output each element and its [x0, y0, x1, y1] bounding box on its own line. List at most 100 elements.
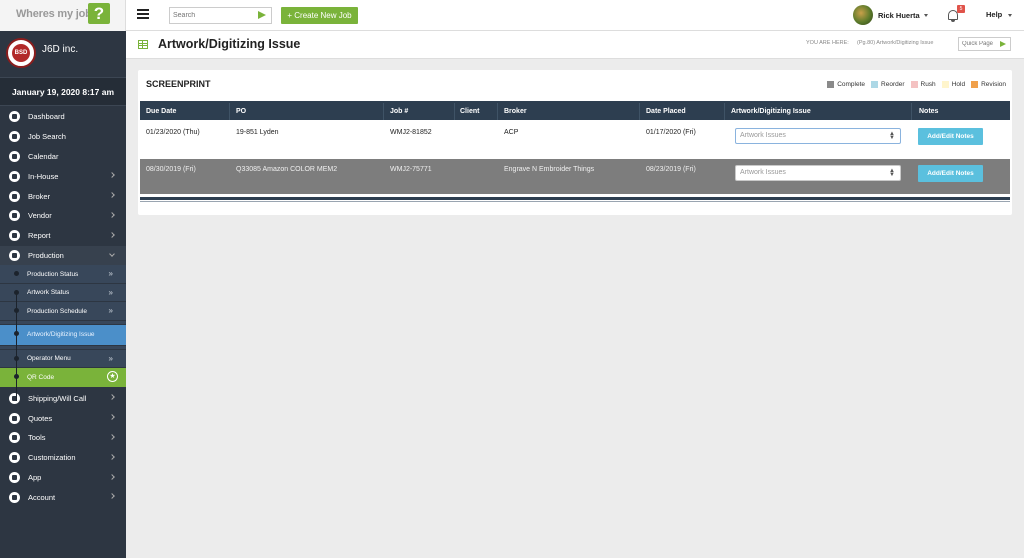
- sidebar-subitem-qr-code[interactable]: QR Code ★: [0, 368, 126, 389]
- sidebar-item-customization[interactable]: Customization: [0, 448, 126, 468]
- bullet-icon: [14, 271, 19, 277]
- column-header-date-placed[interactable]: Date Placed: [646, 108, 686, 115]
- quick-page-box: [958, 37, 1011, 51]
- artwork-issue-select[interactable]: Artwork Issues ▲ ▼: [735, 128, 901, 144]
- user-icon: [9, 170, 20, 182]
- sidebar-item-label: Customization: [28, 453, 76, 463]
- table-row[interactable]: 08/30/2019 (Fri) Q33085 Amazon COLOR MEM…: [140, 159, 1010, 194]
- sidebar-item-report[interactable]: Report: [0, 226, 126, 246]
- search-go-icon[interactable]: [258, 11, 266, 19]
- current-date: January 19, 2020 8:17 am: [0, 77, 126, 106]
- column-header-issue[interactable]: Artwork/Digitizing Issue: [731, 108, 811, 115]
- double-chevron-right-icon: »: [108, 287, 113, 297]
- column-header-po[interactable]: PO: [236, 108, 246, 115]
- sidebar-subitem-label: Production Schedule: [27, 307, 87, 315]
- sidebar-subitem-production-schedule[interactable]: Production Schedule »: [0, 302, 126, 321]
- legend-label: Complete: [837, 81, 866, 88]
- sidebar-item-label: Shipping/Will Call: [28, 393, 87, 403]
- logo-question-icon: ?: [88, 3, 110, 24]
- cell-broker: Engrave N Embroider Things: [504, 166, 595, 173]
- sidebar-item-label: App: [28, 472, 42, 482]
- sidebar-subitem-artwork-digitizing-issue[interactable]: Artwork/Digitizing Issue: [0, 324, 126, 346]
- table-footer-line: [140, 201, 1010, 202]
- chevron-right-icon: [109, 434, 115, 440]
- sidebar-subitem-label: QR Code: [27, 374, 55, 382]
- chevron-right-icon: [109, 473, 115, 480]
- double-chevron-right-icon: »: [108, 269, 113, 279]
- sidebar-item-quotes[interactable]: Quotes: [0, 408, 126, 428]
- sidebar-item-label: Tools: [28, 433, 46, 443]
- notification-badge: 5: [957, 5, 965, 13]
- sidebar-item-dashboard[interactable]: Dashboard: [0, 107, 126, 127]
- chevron-right-icon: [109, 212, 115, 218]
- quick-page-input[interactable]: [959, 38, 999, 50]
- dollar-icon: [9, 412, 20, 424]
- sidebar-item-job-search[interactable]: Job Search: [0, 127, 126, 147]
- user-icon: [9, 190, 20, 202]
- table-icon: [138, 40, 148, 49]
- chevron-right-icon: [109, 172, 115, 179]
- sidebar-subitem-operator-menu[interactable]: Operator Menu »: [0, 349, 126, 369]
- star-icon: ★: [107, 371, 118, 383]
- sidebar-menu: Dashboard Job Search Calendar In-House B…: [0, 107, 126, 507]
- chevron-right-icon: [109, 414, 115, 421]
- legend-label: Revision: [981, 81, 1006, 88]
- sidebar-item-label: Broker: [28, 191, 51, 201]
- sidebar-item-account[interactable]: Account: [0, 487, 126, 507]
- select-value: Artwork Issues: [740, 132, 786, 139]
- cell-broker: ACP: [504, 129, 519, 136]
- help-menu[interactable]: Help: [986, 10, 1013, 19]
- cell-job[interactable]: WMJ2-81852: [390, 129, 432, 136]
- sidebar-subitem-artwork-status[interactable]: Artwork Status »: [0, 283, 126, 303]
- breadcrumb[interactable]: (Pg.80) Artwork/Digitizing Issue: [857, 40, 933, 46]
- cell-job[interactable]: WMJ2-75771: [390, 166, 432, 173]
- double-chevron-right-icon: »: [108, 306, 113, 316]
- sidebar-item-production[interactable]: Production: [0, 245, 126, 266]
- app-logo[interactable]: Wheres my job ?: [0, 0, 126, 31]
- chevron-down-icon: [109, 250, 115, 257]
- select-value: Artwork Issues: [740, 169, 786, 176]
- sidebar-subitem-label: Artwork/Digitizing Issue: [27, 331, 95, 339]
- column-header-job[interactable]: Job #: [390, 108, 408, 115]
- column-header-due-date[interactable]: Due Date: [146, 108, 176, 115]
- cell-due-date: 01/23/2020 (Thu): [146, 129, 200, 136]
- sidebar-subitem-production-status[interactable]: Production Status »: [0, 265, 126, 284]
- sidebar-item-calendar[interactable]: Calendar: [0, 147, 126, 167]
- add-edit-notes-button[interactable]: Add/Edit Notes: [918, 128, 983, 145]
- sidebar-subitem-label: Production Status: [27, 270, 79, 278]
- search-input[interactable]: [170, 8, 254, 23]
- user-menu[interactable]: Rick Huerta: [853, 5, 928, 25]
- globe-icon: [9, 471, 20, 483]
- artwork-issue-select[interactable]: Artwork Issues ▲ ▼: [735, 165, 901, 181]
- sidebar-item-label: Production: [28, 250, 64, 260]
- column-header-notes[interactable]: Notes: [919, 108, 938, 115]
- sidebar-item-app[interactable]: App: [0, 468, 126, 488]
- sidebar-item-tools[interactable]: Tools: [0, 428, 126, 448]
- caret-down-icon: [1008, 14, 1013, 17]
- select-arrows-icon: ▲ ▼: [889, 168, 895, 178]
- quick-page-go-icon[interactable]: [1000, 41, 1006, 47]
- user-name: Rick Huerta: [878, 10, 920, 20]
- double-chevron-right-icon: »: [108, 353, 113, 363]
- sidebar-item-in-house[interactable]: In-House: [0, 166, 126, 186]
- sidebar-subitem-label: Operator Menu: [27, 355, 71, 363]
- wrench-icon: [9, 432, 20, 444]
- hamburger-menu-icon[interactable]: [137, 9, 149, 19]
- chevron-right-icon: [109, 493, 115, 500]
- sidebar-item-label: In-House: [28, 171, 59, 181]
- sidebar-item-shipping[interactable]: Shipping/Will Call: [0, 388, 126, 408]
- sidebar-item-vendor[interactable]: Vendor: [0, 206, 126, 226]
- table-row[interactable]: 01/23/2020 (Thu) 19-851 Lyden WMJ2-81852…: [140, 122, 1010, 157]
- airplane-icon: [9, 392, 20, 404]
- legend-rush: Rush: [910, 81, 936, 88]
- column-header-client[interactable]: Client: [460, 108, 479, 115]
- sidebar-item-label: Vendor: [28, 211, 52, 221]
- create-new-job-button[interactable]: + Create New Job: [281, 7, 358, 24]
- sidebar: BSD J6D inc. January 19, 2020 8:17 am Da…: [0, 31, 126, 558]
- sidebar-item-broker[interactable]: Broker: [0, 186, 126, 206]
- sidebar-subitem-label: Artwork Status: [27, 289, 70, 297]
- column-header-broker[interactable]: Broker: [504, 108, 527, 115]
- panel-title: SCREENPRINT: [146, 79, 211, 89]
- page-header: Artwork/Digitizing Issue YOU ARE HERE: (…: [126, 31, 1024, 59]
- add-edit-notes-button[interactable]: Add/Edit Notes: [918, 165, 983, 182]
